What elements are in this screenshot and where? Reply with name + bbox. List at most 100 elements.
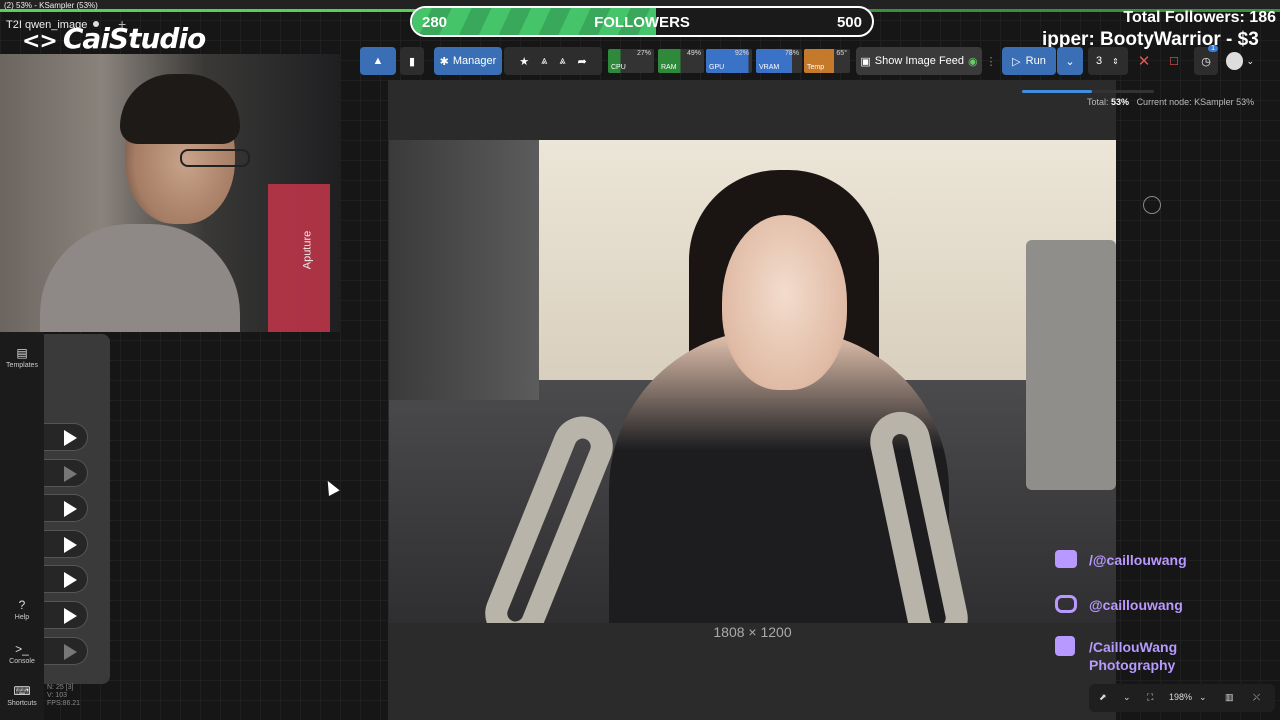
- link-toggle-icon[interactable]: ⤬: [1253, 692, 1260, 703]
- sidebar-item-templates[interactable]: ▤ Templates: [0, 346, 44, 369]
- window-title: (2) 53% - KSampler (53%): [4, 1, 98, 10]
- instagram-handle: @caillouwang: [1089, 597, 1183, 613]
- queue-play-button[interactable]: [44, 530, 88, 558]
- stats-nodes: N: 25 [3]: [47, 684, 74, 691]
- run-mode-dropdown[interactable]: ⌄: [1057, 47, 1083, 75]
- manager-button[interactable]: ✱ Manager: [434, 47, 502, 75]
- zoom-level[interactable]: 198%: [1169, 692, 1192, 702]
- keyboard-icon: ⌨: [13, 684, 31, 698]
- fit-view-icon[interactable]: ⛶: [1147, 692, 1153, 703]
- logo-text: CaiStudio: [62, 22, 206, 55]
- followers-goal-bar: 280 FOLLOWERS 500: [410, 6, 874, 37]
- vram-label: VRAM: [759, 64, 780, 71]
- ram-label: RAM: [661, 64, 677, 71]
- progress-current-node: Current node: KSampler 53%: [1136, 97, 1255, 107]
- canvas-toolbar: ⬈ ⌄ ⛶ 198% ⌄ ▥ ⤬: [1089, 684, 1275, 712]
- bookmark-button[interactable]: ▮: [400, 47, 424, 75]
- queue-play-button[interactable]: [44, 637, 88, 665]
- bookmark-icon: ▮: [408, 55, 416, 68]
- temp-value: 65°: [836, 50, 847, 57]
- stats-v: V: 103: [47, 692, 67, 699]
- queue-play-button[interactable]: [44, 565, 88, 593]
- shortcuts-label: Shortcuts: [7, 700, 37, 707]
- play-icon: [64, 537, 77, 553]
- temp-meter: Temp 65°: [804, 49, 850, 73]
- minimap-icon[interactable]: ▥: [1225, 692, 1234, 703]
- console-icon: >_: [15, 642, 29, 656]
- show-image-feed-button[interactable]: ▣ Show Image Feed ◉: [856, 47, 982, 75]
- chevron-down-icon[interactable]: ⌄: [1199, 692, 1207, 703]
- templates-icon: ▤: [16, 346, 28, 360]
- manager-extras: ★ ⩓ ⩓ ➦: [504, 47, 602, 75]
- chevron-down-icon[interactable]: ⌄: [1123, 692, 1131, 703]
- queue-play-button[interactable]: [44, 459, 88, 487]
- cpu-value: 27%: [636, 50, 651, 57]
- play-outline-icon: ▷: [1012, 55, 1021, 68]
- user-avatar-button[interactable]: ⌄: [1226, 47, 1254, 75]
- execution-progress-text: Total: 53% Current node: KSampler 53%: [1087, 97, 1254, 107]
- batch-count-input[interactable]: 3 ⇕: [1088, 47, 1128, 75]
- logo-mark-icon: <>: [22, 29, 58, 54]
- image-rack: [389, 140, 539, 400]
- sidebar-item-help[interactable]: ? Help: [0, 598, 44, 621]
- total-followers: Total Followers: 186: [1123, 9, 1276, 26]
- webcam-glasses: [180, 149, 250, 167]
- generated-image[interactable]: [389, 140, 1116, 623]
- queue-play-button[interactable]: [44, 494, 88, 522]
- help-icon: ?: [18, 598, 26, 612]
- image-dimensions: 1808 × 1200: [713, 624, 792, 640]
- webcam-light-label: Aputure: [301, 230, 314, 270]
- select-tool-icon[interactable]: ⬈: [1099, 692, 1107, 703]
- puzzle-icon: ✱: [439, 55, 449, 68]
- play-icon: [64, 501, 77, 517]
- webcam-shirt: [40, 224, 240, 332]
- image-feed-label: Show Image Feed: [874, 55, 965, 67]
- cpu-meter: CPU 27%: [608, 49, 654, 73]
- app-root: { "window": { "title": "(2) 53% - KSampl…: [0, 0, 1280, 720]
- image-feed-icon: ▣: [860, 55, 871, 68]
- star-icon[interactable]: ★: [519, 55, 529, 68]
- model-alt-icon[interactable]: ⩓: [559, 55, 565, 68]
- model-icon[interactable]: ⩓: [541, 55, 547, 68]
- execution-progress-fill: [1022, 90, 1092, 93]
- templates-label: Templates: [6, 362, 38, 369]
- progress-total-label: Total:: [1087, 97, 1109, 107]
- gpu-meter: GPU 92%: [706, 49, 752, 73]
- queue-play-button[interactable]: [44, 601, 88, 629]
- followers-label: FOLLOWERS: [594, 14, 690, 31]
- left-sidebar: ▤ Templates ? Help >_ Console ⌨ Shortcuts: [0, 332, 44, 720]
- webcam-feed: Aputure: [0, 54, 340, 332]
- queue-play-button[interactable]: [44, 423, 88, 451]
- gpu-label: GPU: [709, 64, 725, 71]
- cpu-label: CPU: [611, 64, 626, 71]
- comfy-logo-button[interactable]: ▲: [360, 47, 396, 75]
- stop-button[interactable]: ☐: [1164, 47, 1184, 75]
- sidebar-item-console[interactable]: >_ Console: [0, 642, 44, 665]
- cancel-run-button[interactable]: ✕: [1134, 47, 1154, 75]
- run-label: Run: [1025, 55, 1046, 67]
- sidebar-item-shortcuts[interactable]: ⌨ Shortcuts: [0, 684, 44, 707]
- image-bench: [1026, 240, 1116, 490]
- play-icon: [64, 608, 77, 624]
- console-label: Console: [9, 658, 35, 665]
- instagram-icon: [1055, 595, 1077, 613]
- manager-label: Manager: [452, 55, 497, 67]
- progress-total-value: 53%: [1111, 97, 1130, 107]
- share-icon[interactable]: ➦: [578, 55, 587, 68]
- vram-meter: VRAM 78%: [756, 49, 802, 73]
- webcam-light-stand: [268, 184, 330, 332]
- facebook-icon: [1055, 636, 1075, 656]
- run-button[interactable]: ▷ Run: [1002, 47, 1056, 75]
- batch-count-value: 3: [1096, 55, 1103, 67]
- chevron-down-icon: ⌄: [1246, 55, 1254, 66]
- play-icon: [64, 644, 77, 660]
- gpu-value: 92%: [734, 50, 749, 57]
- chevron-down-icon: ⌄: [1065, 55, 1075, 68]
- stop-square-icon: ☐: [1169, 55, 1179, 68]
- help-label: Help: [14, 614, 30, 621]
- drag-handle-icon[interactable]: ⋮: [986, 47, 997, 75]
- toggle-icon: ◉: [968, 55, 978, 68]
- stepper-icon[interactable]: ⇕: [1112, 57, 1119, 66]
- queue-panel: [44, 334, 110, 684]
- queue-history-button[interactable]: ◷ 1: [1194, 45, 1218, 75]
